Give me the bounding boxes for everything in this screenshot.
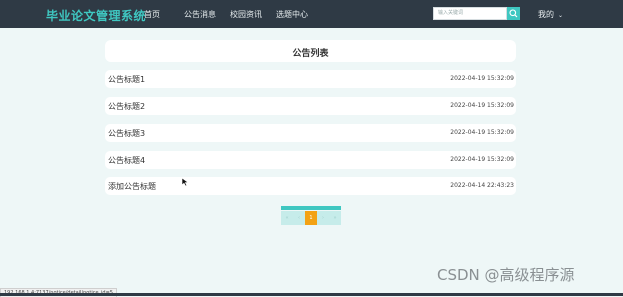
first-page-button[interactable]: « [281, 211, 293, 225]
user-menu[interactable]: 我的 ⌄ [538, 9, 563, 20]
notice-title[interactable]: 公告标题1 [108, 74, 145, 85]
search-button[interactable] [507, 7, 520, 20]
watermark: CSDN @高级程序源 [437, 266, 575, 284]
notice-title[interactable]: 公告标题4 [108, 155, 145, 166]
notice-time: 2022-04-19 15:32:09 [450, 156, 514, 163]
notice-time: 2022-04-19 15:32:09 [450, 129, 514, 136]
notice-row[interactable]: 公告标题4 2022-04-19 15:32:09 [105, 151, 516, 169]
nav-notices[interactable]: 公告消息 [184, 9, 216, 20]
user-menu-label: 我的 [538, 10, 554, 19]
notice-title[interactable]: 公告标题3 [108, 128, 145, 139]
last-page-button[interactable]: » [329, 211, 341, 225]
pagination-bar [281, 206, 341, 210]
prev-page-button[interactable]: ‹ [293, 211, 305, 225]
nav-topic-center[interactable]: 选题中心 [276, 9, 308, 20]
nav-home[interactable]: 首页 [144, 9, 160, 20]
site-brand[interactable]: 毕业论文管理系统 [46, 7, 146, 24]
current-page-button[interactable]: 1 [305, 211, 317, 225]
notice-row[interactable]: 公告标题3 2022-04-19 15:32:09 [105, 124, 516, 142]
notice-time: 2022-04-19 15:32:09 [450, 75, 514, 82]
notice-row[interactable]: 公告标题2 2022-04-19 15:32:09 [105, 97, 516, 115]
pagination: « ‹ 1 › » [281, 211, 341, 225]
search-input[interactable]: 输入关键词 [433, 7, 507, 20]
page-title: 公告列表 [292, 49, 329, 59]
notice-title[interactable]: 公告标题2 [108, 101, 145, 112]
chevron-down-icon: ⌄ [558, 12, 564, 19]
next-page-button[interactable]: › [317, 211, 329, 225]
notice-time: 2022-04-19 15:32:09 [450, 102, 514, 109]
mouse-cursor-icon [181, 177, 189, 187]
notice-list-header: 公告列表 [105, 40, 516, 62]
notice-time: 2022-04-14 22:43:23 [450, 182, 514, 189]
notice-row[interactable]: 公告标题1 2022-04-19 15:32:09 [105, 70, 516, 88]
nav-campus-news[interactable]: 校园资讯 [230, 9, 262, 20]
top-navbar: 毕业论文管理系统 首页 公告消息 校园资讯 选题中心 输入关键词 我的 ⌄ [0, 0, 623, 28]
notice-row[interactable]: 添加公告标题 2022-04-14 22:43:23 [105, 177, 516, 195]
notice-title[interactable]: 添加公告标题 [108, 181, 156, 192]
search-icon [509, 9, 518, 18]
